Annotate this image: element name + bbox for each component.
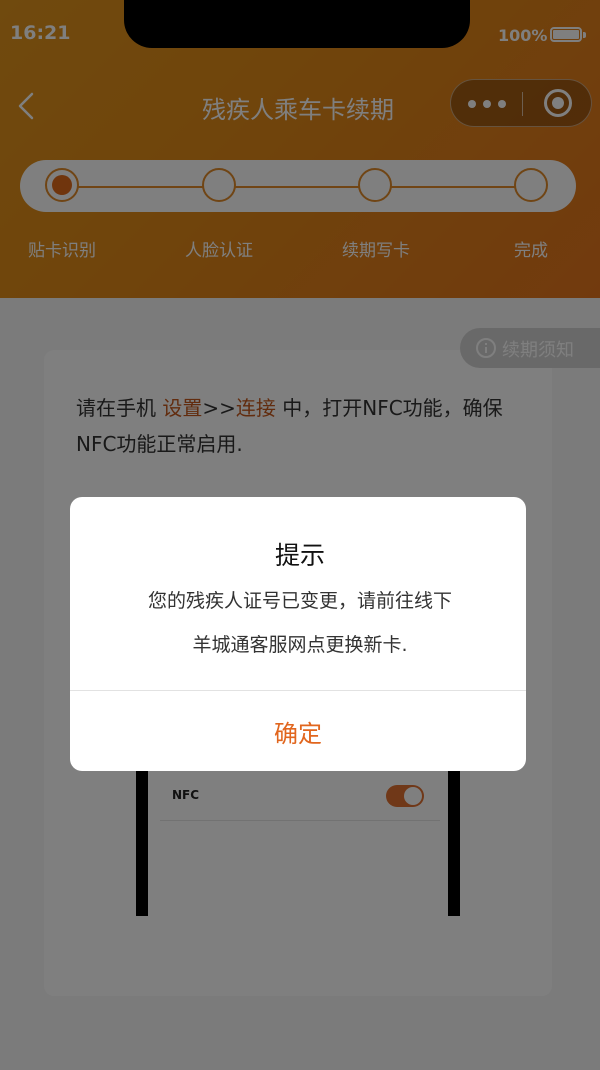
confirm-button[interactable]: 确定 xyxy=(70,691,526,771)
dialog-message-line-1: 您的残疾人证号已变更，请前往线下 xyxy=(147,590,452,612)
dialog-message-line-2: 羊城通客服网点更换新卡. xyxy=(192,634,408,656)
screen: 16:21 100% 残疾人乘车卡续期 贴卡识别 人脸认证 续期写卡 完成 xyxy=(0,0,600,1070)
dialog-title: 提示 xyxy=(274,541,325,570)
